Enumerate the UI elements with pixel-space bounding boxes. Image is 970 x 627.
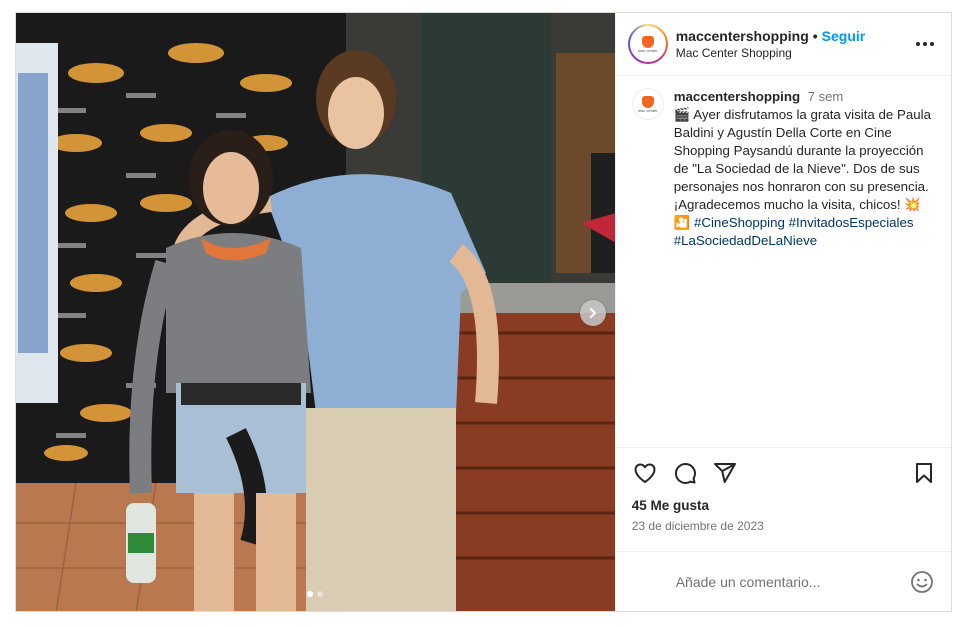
emoji-icon xyxy=(911,570,933,593)
post-photo xyxy=(16,13,615,611)
caption-avatar[interactable]: mac center xyxy=(631,88,664,120)
post-side-panel: mac center maccentershopping • Seguir Ma… xyxy=(614,13,951,611)
more-icon xyxy=(916,42,934,46)
hashtag-link[interactable]: #CineShopping xyxy=(694,215,785,230)
logo-icon xyxy=(641,35,654,48)
likes-count[interactable]: 45 Me gusta xyxy=(616,498,951,513)
comment-input[interactable] xyxy=(675,573,909,590)
heart-icon xyxy=(634,463,656,483)
hashtag-link[interactable]: #LaSociedadDeLaNieve xyxy=(674,233,817,248)
comment-icon xyxy=(674,462,696,484)
bookmark-icon xyxy=(916,463,932,483)
emoji-button[interactable] xyxy=(909,569,935,595)
caption-username[interactable]: maccentershopping xyxy=(674,89,800,104)
post-date[interactable]: 23 de diciembre de 2023 xyxy=(616,513,951,533)
username-link[interactable]: maccentershopping xyxy=(676,28,809,44)
logo-icon xyxy=(641,95,654,108)
cinema-emoji: 🎦 xyxy=(673,215,691,230)
collision-emoji: 💥 xyxy=(904,197,921,212)
follow-button[interactable]: Seguir xyxy=(822,28,866,44)
caption-text: maccentershopping 7 sem 🎬 Ayer disfrutam… xyxy=(674,88,937,250)
slide-dot xyxy=(317,591,324,597)
caption-body: Ayer disfrutamos la grata visita de Paul… xyxy=(673,107,931,212)
chevron-right-icon xyxy=(590,308,596,318)
share-button[interactable] xyxy=(712,460,738,486)
post-header: mac center maccentershopping • Seguir Ma… xyxy=(615,13,951,76)
hashtag-link[interactable]: #InvitadosEspeciales xyxy=(789,215,914,230)
clapperboard-emoji: 🎬 xyxy=(673,107,691,122)
instagram-post: mac center maccentershopping • Seguir Ma… xyxy=(15,12,952,612)
header-text: maccentershopping • Seguir Mac Center Sh… xyxy=(676,28,913,60)
avatar: mac center xyxy=(629,26,666,62)
slide-dot-active xyxy=(307,591,314,597)
save-button[interactable] xyxy=(911,460,937,486)
comment-button[interactable] xyxy=(672,460,698,486)
action-bar xyxy=(616,448,951,498)
share-icon xyxy=(713,463,736,483)
post-media[interactable] xyxy=(16,13,615,611)
next-slide-button[interactable] xyxy=(580,300,606,326)
separator: • xyxy=(812,28,818,44)
avatar-logo-text: mac center xyxy=(637,107,658,113)
story-ring[interactable]: mac center xyxy=(627,24,668,64)
slide-indicator xyxy=(16,591,615,597)
location-link[interactable]: Mac Center Shopping xyxy=(676,46,913,60)
more-options-button[interactable] xyxy=(913,32,937,56)
caption-time[interactable]: 7 sem xyxy=(808,89,843,104)
comment-form xyxy=(615,551,951,611)
like-button[interactable] xyxy=(632,460,658,486)
avatar-logo-text: mac center xyxy=(637,47,658,53)
caption-area: mac center maccentershopping 7 sem 🎬 Aye… xyxy=(615,76,951,448)
